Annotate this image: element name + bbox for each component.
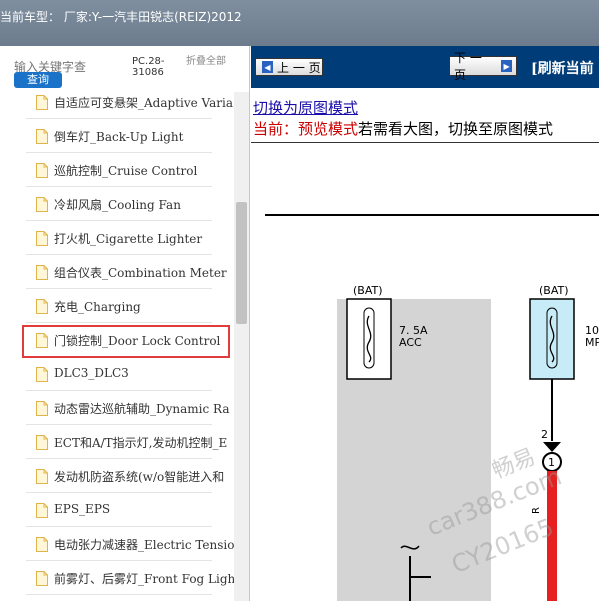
collapse-all-label: 折叠全部	[186, 56, 226, 67]
tree-item[interactable]: 电动张力减速器_Electric Tensio	[0, 527, 234, 561]
tree-item-label: 动态雷达巡航辅助_Dynamic Ra	[54, 402, 230, 416]
collapse-all-button[interactable]: 折叠全部	[186, 56, 230, 67]
tree-item[interactable]: 前雾灯、后雾灯_Front Fog Ligh	[0, 561, 234, 595]
tree-item-divider	[26, 594, 212, 595]
document-icon	[36, 367, 48, 382]
car-model-label: 当前车型： 厂家:Y-一汽丰田锐志(REIZ)2012	[0, 10, 242, 24]
left-fuse-name: ACC	[399, 336, 422, 349]
connector-arrow	[543, 442, 561, 452]
tree-item[interactable]: DLC3_DLC3	[0, 357, 234, 391]
left-lower-wire	[409, 556, 411, 601]
document-icon	[36, 129, 48, 144]
document-icon	[36, 401, 48, 416]
document-icon	[36, 197, 48, 212]
right-panel: ◀ 上 一 页 下 一 页 ▶ [刷新当前 切换为原图模式 当前：预览模式若需看…	[251, 46, 599, 601]
right-fuse-name: MP	[585, 336, 599, 349]
tree-item-label: 前雾灯、后雾灯_Front Fog Ligh	[54, 572, 234, 586]
document-icon	[36, 299, 48, 314]
document-icon	[36, 503, 48, 518]
tree-item-label: ECT和A/T指示灯,发动机控制_E	[54, 436, 228, 450]
tree-item[interactable]: 充电_Charging	[0, 289, 234, 323]
left-bat-label: (BAT)	[353, 284, 383, 297]
left-panel: 查询 PC.28-31086 折叠全部 自适应可变悬架_Adaptive Var…	[0, 46, 250, 601]
right-upper-wire	[551, 379, 553, 441]
left-lower-wire-h	[409, 576, 431, 578]
refresh-current-link[interactable]: [刷新当前	[531, 58, 594, 78]
diagram-top-rule	[265, 214, 599, 216]
tree-item[interactable]: 倒车灯_Back-Up Light	[0, 119, 234, 153]
right-bat-label: (BAT)	[539, 284, 569, 297]
tree-item[interactable]: 巡航控制_Cruise Control	[0, 153, 234, 187]
switch-original-mode-link[interactable]: 切换为原图模式	[253, 97, 358, 118]
tree-item[interactable]: 门锁控制_Door Lock Control	[0, 323, 234, 358]
mode-hint-label: 若需看大图，切换至原图模式	[358, 120, 554, 138]
tree-item-label: 组合仪表_Combination Meter	[54, 266, 227, 280]
tree-item[interactable]: 组合仪表_Combination Meter	[0, 255, 234, 289]
prev-page-label: 上 一 页	[277, 60, 321, 75]
nav-bar: ◀ 上 一 页 下 一 页 ▶ [刷新当前	[251, 46, 599, 88]
tree-item[interactable]: ECT和A/T指示灯,发动机控制_E	[0, 425, 234, 459]
document-icon	[36, 469, 48, 484]
pc-code-label: PC.28-31086	[132, 56, 165, 78]
arrow-left-icon: ◀	[262, 61, 273, 73]
document-icon	[36, 537, 48, 552]
current-mode-label: 当前：预览模式	[253, 120, 359, 138]
tree-item-label: 电动张力减速器_Electric Tensio	[54, 538, 234, 552]
tree-item[interactable]: 动态雷达巡航辅助_Dynamic Ra	[0, 391, 234, 425]
document-icon	[36, 231, 48, 246]
tree-item-label: 充电_Charging	[54, 300, 141, 314]
document-icon	[36, 95, 48, 110]
tree-list: 自适应可变悬架_Adaptive Varia 倒车灯_Back-Up Light 巡…	[0, 92, 234, 601]
wiring-diagram: (BAT) 7. 5A ACC (BAT) 10/ MP 2 1 R	[265, 214, 599, 601]
scroll-thumb[interactable]	[236, 202, 247, 324]
tree-item-label: DLC3_DLC3	[54, 366, 129, 380]
arrow-right-icon: ▶	[501, 60, 512, 72]
mode-status-text: 当前：预览模式若需看大图，切换至原图模式	[253, 118, 553, 139]
tree-item-label: EPS_EPS	[54, 502, 111, 516]
connector-number-label: 1	[548, 456, 555, 469]
next-page-label: 下 一 页	[454, 51, 482, 82]
search-button[interactable]: 查询	[14, 72, 62, 88]
title-bar: 当前车型： 厂家:Y-一汽丰田锐志(REIZ)2012	[0, 0, 599, 46]
document-icon	[36, 571, 48, 586]
tree-item-label: 倒车灯_Back-Up Light	[54, 130, 184, 144]
document-icon	[36, 163, 48, 178]
selected-item-highlight	[22, 325, 230, 358]
header-divider	[251, 142, 599, 143]
tree-item-label: 发动机防盗系统(w/o智能进入和	[54, 470, 225, 484]
tree-item[interactable]: 打火机_Cigarette Lighter	[0, 221, 234, 255]
pin-number-label: 2	[541, 428, 548, 441]
tree-item[interactable]: EPS_EPS	[0, 493, 234, 527]
tree-item-label: 冷却风扇_Cooling Fan	[54, 198, 181, 212]
tree-item[interactable]: 发动机防盗系统(w/o智能进入和	[0, 459, 234, 493]
red-wire	[547, 471, 557, 601]
search-area: 查询 PC.28-31086 折叠全部	[0, 46, 249, 92]
tree-item-label: 打火机_Cigarette Lighter	[54, 232, 203, 246]
tree-scrollbar[interactable]	[234, 92, 249, 601]
wire-color-label: R	[531, 507, 542, 514]
tree-item[interactable]: 自适应可变悬架_Adaptive Varia	[0, 92, 234, 119]
tree-item-label: 巡航控制_Cruise Control	[54, 164, 198, 178]
next-page-button[interactable]: 下 一 页 ▶	[449, 51, 517, 82]
tree-item[interactable]: 冷却风扇_Cooling Fan	[0, 187, 234, 221]
tree-item-label: 自适应可变悬架_Adaptive Varia	[54, 96, 233, 110]
document-icon	[36, 435, 48, 450]
prev-page-button[interactable]: ◀ 上 一 页	[255, 58, 323, 76]
document-icon	[36, 265, 48, 280]
